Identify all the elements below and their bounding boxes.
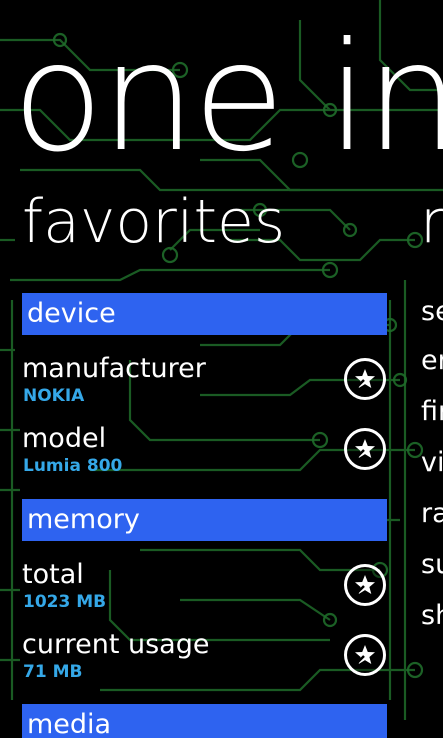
item-value: 71 MB (23, 662, 83, 682)
list-item-total[interactable]: total 1023 MB (22, 558, 392, 618)
next-pivot-item[interactable]: se (421, 295, 443, 329)
list-item-manufacturer[interactable]: manufacturer NOKIA (22, 352, 392, 412)
item-label: total (22, 559, 84, 590)
item-label: current usage (22, 629, 210, 660)
pivot-header-favorites[interactable]: favorites (22, 182, 285, 262)
pivot-header-next[interactable]: more (420, 182, 443, 262)
phone-screen: one info favorites more device manufactu… (0, 0, 443, 738)
next-pivot-item[interactable]: vi (421, 446, 443, 480)
star-in-circle-icon (355, 439, 375, 458)
star-in-circle-icon (355, 369, 375, 388)
favorite-button[interactable] (344, 428, 386, 470)
star-in-circle-icon (355, 575, 375, 594)
item-value: Lumia 800 (23, 456, 123, 476)
favorite-button[interactable] (344, 358, 386, 400)
app-title: one info (12, 11, 443, 185)
next-pivot-item[interactable]: fir (421, 395, 443, 429)
group-header-memory[interactable]: memory (22, 499, 387, 541)
item-label: manufacturer (22, 353, 206, 384)
favorite-button[interactable] (344, 564, 386, 606)
item-label: model (22, 423, 107, 454)
group-header-media[interactable]: media (22, 704, 387, 738)
item-value: NOKIA (23, 386, 85, 406)
list-item-current-usage[interactable]: current usage 71 MB (22, 628, 392, 688)
favorite-button[interactable] (344, 634, 386, 676)
star-in-circle-icon (355, 645, 375, 664)
group-header-device[interactable]: device (22, 293, 387, 335)
item-value: 1023 MB (23, 592, 107, 612)
next-pivot-item[interactable]: ra (421, 497, 443, 531)
list-item-model[interactable]: model Lumia 800 (22, 422, 392, 482)
next-pivot-item[interactable]: er (421, 344, 443, 378)
next-pivot-item[interactable]: sh (421, 599, 443, 633)
next-pivot-item[interactable]: su (421, 548, 443, 582)
